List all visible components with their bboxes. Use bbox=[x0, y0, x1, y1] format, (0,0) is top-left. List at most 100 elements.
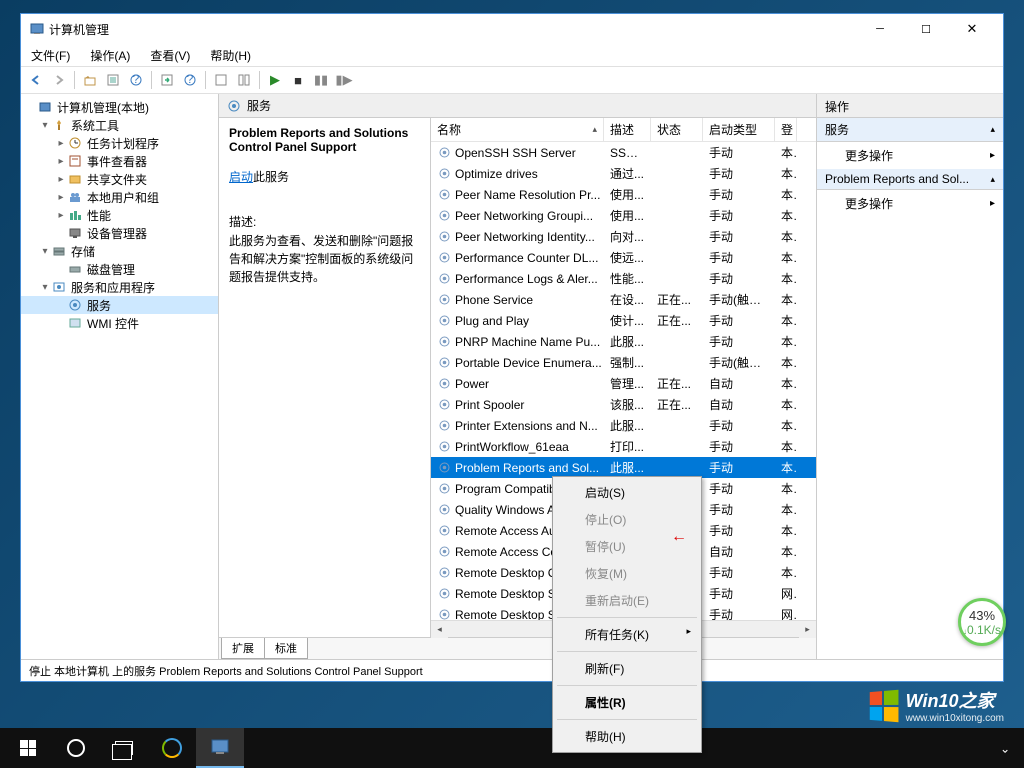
tree-local-users[interactable]: ▸本地用户和组 bbox=[21, 188, 218, 206]
col-startup[interactable]: 启动类型 bbox=[703, 118, 775, 141]
service-row[interactable]: Peer Name Resolution Pr...使用...手动本 bbox=[431, 184, 816, 205]
gear-icon bbox=[437, 482, 451, 496]
service-row[interactable]: Print Spooler该服...正在...自动本 bbox=[431, 394, 816, 415]
list-header[interactable]: 名称▴ 描述 状态 启动类型 登 bbox=[431, 118, 816, 142]
ctx-properties[interactable]: 属性(R) bbox=[555, 689, 699, 716]
stop-button[interactable]: ■ bbox=[287, 69, 309, 91]
service-row[interactable]: Peer Networking Identity...向对...手动本 bbox=[431, 226, 816, 247]
action-more-1[interactable]: 更多操作▸ bbox=[817, 142, 1003, 169]
view1-button[interactable] bbox=[210, 69, 232, 91]
filter-button[interactable]: ? bbox=[125, 69, 147, 91]
ctx-restart: 重新启动(E) bbox=[555, 587, 699, 614]
gear-icon bbox=[437, 608, 451, 621]
menu-help[interactable]: 帮助(H) bbox=[206, 45, 255, 66]
tree-pane[interactable]: 计算机管理(本地) ▾系统工具 ▸任务计划程序 ▸事件查看器 ▸共享文件夹 ▸本… bbox=[21, 94, 219, 659]
mmc-taskbar-icon[interactable] bbox=[196, 728, 244, 768]
service-row[interactable]: PrintWorkflow_61eaa打印...手动本 bbox=[431, 436, 816, 457]
service-row[interactable]: Performance Counter DL...使远...手动本 bbox=[431, 247, 816, 268]
edge-taskbar-icon[interactable] bbox=[148, 728, 196, 768]
up-button[interactable] bbox=[79, 69, 101, 91]
titlebar[interactable]: 计算机管理 ─ ☐ ✕ bbox=[21, 14, 1003, 44]
taskbar[interactable]: ⌃ bbox=[0, 728, 1024, 768]
export-button[interactable] bbox=[156, 69, 178, 91]
ctx-resume: 恢复(M) bbox=[555, 560, 699, 587]
menu-action[interactable]: 操作(A) bbox=[86, 45, 134, 66]
col-desc[interactable]: 描述 bbox=[604, 118, 651, 141]
tree-system-tools[interactable]: ▾系统工具 bbox=[21, 116, 218, 134]
submenu-arrow-icon: ▸ bbox=[990, 198, 995, 209]
taskview-button[interactable] bbox=[100, 728, 148, 768]
menu-view[interactable]: 查看(V) bbox=[146, 45, 194, 66]
start-button[interactable] bbox=[4, 728, 52, 768]
ctx-help[interactable]: 帮助(H) bbox=[555, 723, 699, 750]
service-row[interactable]: PNRP Machine Name Pu...此服...手动本 bbox=[431, 331, 816, 352]
col-name[interactable]: 名称▴ bbox=[431, 118, 604, 141]
tree-event-viewer[interactable]: ▸事件查看器 bbox=[21, 152, 218, 170]
cortana-button[interactable] bbox=[52, 728, 100, 768]
back-button[interactable] bbox=[25, 69, 47, 91]
gear-icon bbox=[437, 419, 451, 433]
gear-icon bbox=[437, 587, 451, 601]
ctx-start[interactable]: 启动(S) bbox=[555, 479, 699, 506]
col-state[interactable]: 状态 bbox=[651, 118, 703, 141]
service-row[interactable]: Optimize drives通过...手动本 bbox=[431, 163, 816, 184]
collapse-up-icon: ▴ bbox=[990, 124, 995, 135]
tab-standard[interactable]: 标准 bbox=[264, 638, 308, 659]
tree-device-mgr[interactable]: 设备管理器 bbox=[21, 224, 218, 242]
scroll-left-icon[interactable]: ◂ bbox=[431, 621, 448, 638]
help-button[interactable]: ? bbox=[179, 69, 201, 91]
minimize-button[interactable]: ─ bbox=[857, 14, 903, 44]
watermark-title: Win10之家 bbox=[906, 687, 1004, 713]
tree-performance[interactable]: ▸性能 bbox=[21, 206, 218, 224]
start-link[interactable]: 启动 bbox=[229, 170, 253, 184]
gear-icon bbox=[437, 335, 451, 349]
computer-management-window: 计算机管理 ─ ☐ ✕ 文件(F) 操作(A) 查看(V) 帮助(H) ? ? … bbox=[20, 13, 1004, 682]
service-row[interactable]: Portable Device Enumera...强制...手动(触发...本 bbox=[431, 352, 816, 373]
maximize-button[interactable]: ☐ bbox=[903, 14, 949, 44]
menu-file[interactable]: 文件(F) bbox=[27, 45, 74, 66]
gear-icon bbox=[437, 188, 451, 202]
service-row[interactable]: Printer Extensions and N...此服...手动本 bbox=[431, 415, 816, 436]
play-button[interactable]: ▶ bbox=[264, 69, 286, 91]
action-group-services[interactable]: 服务▴ bbox=[817, 118, 1003, 142]
tree-shared-folders[interactable]: ▸共享文件夹 bbox=[21, 170, 218, 188]
app-icon bbox=[29, 21, 45, 37]
gear-icon bbox=[437, 461, 451, 475]
tree-root[interactable]: 计算机管理(本地) bbox=[21, 98, 218, 116]
col-logon[interactable]: 登 bbox=[775, 118, 797, 141]
action-more-2[interactable]: 更多操作▸ bbox=[817, 190, 1003, 217]
tray-chevron-icon[interactable]: ⌃ bbox=[1000, 741, 1010, 755]
pause-button[interactable]: ▮▮ bbox=[310, 69, 332, 91]
ctx-refresh[interactable]: 刷新(F) bbox=[555, 655, 699, 682]
service-row[interactable]: Performance Logs & Aler...性能...手动本 bbox=[431, 268, 816, 289]
meter-rate: ↓0.1K/s bbox=[963, 623, 1001, 637]
service-row[interactable]: Phone Service在设...正在...手动(触发...本 bbox=[431, 289, 816, 310]
tree-disk-mgmt[interactable]: 磁盘管理 bbox=[21, 260, 218, 278]
tree-storage[interactable]: ▾存储 bbox=[21, 242, 218, 260]
tree-services[interactable]: 服务 bbox=[21, 296, 218, 314]
tree-services-apps[interactable]: ▾服务和应用程序 bbox=[21, 278, 218, 296]
service-row[interactable]: OpenSSH SSH ServerSSH ...手动本 bbox=[431, 142, 816, 163]
tree-wmi[interactable]: WMI 控件 bbox=[21, 314, 218, 332]
close-button[interactable]: ✕ bbox=[949, 14, 995, 44]
details-button[interactable] bbox=[102, 69, 124, 91]
context-menu: 启动(S) 停止(O) 暂停(U) 恢复(M) 重新启动(E) 所有任务(K)▸… bbox=[552, 476, 702, 753]
menubar: 文件(F) 操作(A) 查看(V) 帮助(H) bbox=[21, 44, 1003, 66]
forward-button[interactable] bbox=[48, 69, 70, 91]
view2-button[interactable] bbox=[233, 69, 255, 91]
scroll-right-icon[interactable]: ▸ bbox=[799, 621, 816, 638]
action-group-selected[interactable]: Problem Reports and Sol...▴ bbox=[817, 169, 1003, 190]
network-meter[interactable]: 43% ↓0.1K/s bbox=[958, 598, 1006, 646]
tree-task-scheduler[interactable]: ▸任务计划程序 bbox=[21, 134, 218, 152]
restart-button[interactable]: ▮▶ bbox=[333, 69, 355, 91]
service-row[interactable]: Peer Networking Groupi...使用...手动本 bbox=[431, 205, 816, 226]
service-row[interactable]: Power管理...正在...自动本 bbox=[431, 373, 816, 394]
service-row[interactable]: Problem Reports and Sol...此服...手动本 bbox=[431, 457, 816, 478]
tab-extended[interactable]: 扩展 bbox=[221, 638, 265, 659]
gear-icon bbox=[437, 356, 451, 370]
gear-icon bbox=[437, 209, 451, 223]
actions-pane: 操作 服务▴ 更多操作▸ Problem Reports and Sol...▴… bbox=[817, 94, 1003, 659]
ctx-all-tasks[interactable]: 所有任务(K)▸ bbox=[555, 621, 699, 648]
service-row[interactable]: Plug and Play使计...正在...手动本 bbox=[431, 310, 816, 331]
gear-icon bbox=[227, 99, 241, 113]
